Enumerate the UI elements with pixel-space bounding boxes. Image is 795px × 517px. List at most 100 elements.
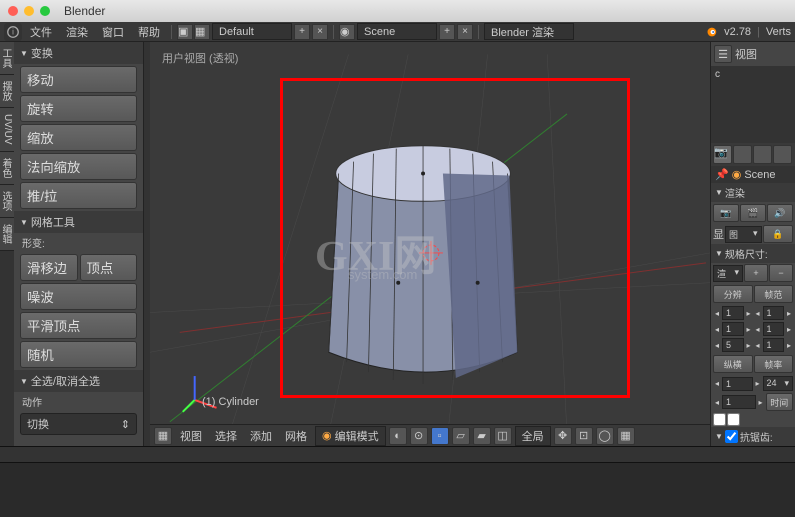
frame-step-field[interactable]: 1 — [763, 338, 785, 352]
menu-render[interactable]: 渲染 — [60, 22, 94, 42]
orientation-dropdown[interactable]: 全局 — [515, 426, 551, 446]
pin-icon[interactable]: 📌 — [715, 168, 729, 181]
view-perspective-label: 用户视图 (透视) — [162, 50, 238, 66]
menu-window[interactable]: 窗口 — [96, 22, 130, 42]
add-preset-icon[interactable]: + — [744, 264, 768, 282]
edge-select-icon[interactable]: ▱ — [452, 427, 470, 445]
remove-scene-icon[interactable]: × — [457, 24, 473, 40]
resolution-button[interactable]: 分辨 — [713, 285, 753, 303]
smooth-vertex-button[interactable]: 平滑顶点 — [20, 312, 137, 339]
face-select-icon[interactable]: ▰ — [473, 427, 491, 445]
viewport-3d[interactable]: 用户视图 (透视) GXI网 system.com (1) Cylinder ▦… — [150, 42, 710, 446]
scene-browse-icon[interactable]: ◉ — [339, 24, 355, 40]
rotate-button[interactable]: 旋转 — [20, 95, 137, 122]
world-tab-icon[interactable] — [773, 145, 792, 164]
mesh-tools-header[interactable]: ▼网格工具 — [14, 211, 143, 233]
frame-start-field[interactable]: 1 — [763, 306, 785, 320]
mode-dropdown[interactable]: ◉编辑模式 — [315, 426, 386, 446]
edge-slide-button[interactable]: 滑移边 — [20, 254, 78, 281]
editor-type-icon[interactable]: ▦ — [154, 427, 172, 445]
frame-end-field[interactable]: 1 — [763, 322, 785, 336]
scene-dropdown[interactable]: Scene — [357, 23, 437, 40]
resolution-pct-field[interactable]: 5 — [722, 338, 744, 352]
noise-button[interactable]: 噪波 — [20, 283, 137, 310]
tab-create[interactable]: 摆放 — [0, 75, 14, 108]
translate-button[interactable]: 移动 — [20, 66, 137, 93]
add-scene-icon[interactable]: + — [439, 24, 455, 40]
lock-icon[interactable]: 🔒 — [763, 225, 794, 243]
proportional-edit-icon[interactable]: ◯ — [596, 427, 614, 445]
snap-icon[interactable]: ⊡ — [575, 427, 593, 445]
info-editor-icon[interactable]: i — [4, 23, 22, 41]
action-label: 动作 — [14, 392, 143, 411]
layout-back-forward[interactable]: ▣▦ — [177, 24, 210, 40]
vertex-select-icon[interactable]: ▫ — [431, 427, 449, 445]
menu-help[interactable]: 帮助 — [132, 22, 166, 42]
header-add-menu[interactable]: 添加 — [245, 428, 277, 444]
close-window-icon[interactable] — [8, 6, 18, 16]
transform-panel-header[interactable]: ▼变换 — [14, 42, 143, 64]
dimensions-header[interactable]: ▼规格尺寸: — [711, 244, 795, 263]
outliner-row[interactable]: c — [715, 69, 792, 80]
header-select-menu[interactable]: 选择 — [210, 428, 242, 444]
viewport-header: ▦ 视图 选择 添加 网格 ◉编辑模式 ◐ ⊙ ▫ ▱ ▰ ◫ 全局 ✥ ⊡ ◯… — [150, 424, 710, 446]
resolution-y-field[interactable]: 1 — [722, 322, 744, 336]
render-anim-button[interactable]: 🎬 — [740, 204, 766, 222]
limit-selection-icon[interactable]: ◫ — [494, 427, 512, 445]
randomize-button[interactable]: 随机 — [20, 341, 137, 368]
tab-options[interactable]: 选项 — [0, 185, 14, 218]
blender-logo-icon — [704, 25, 718, 39]
resolution-x-field[interactable]: 1 — [722, 306, 744, 320]
pivot-icon[interactable]: ⊙ — [410, 427, 428, 445]
minimize-window-icon[interactable] — [24, 6, 34, 16]
antialias-header[interactable]: ▼抗锯齿: — [711, 427, 795, 446]
border-checkbox[interactable] — [713, 413, 726, 426]
timeline-track[interactable] — [0, 463, 795, 517]
render-audio-button[interactable]: 🔊 — [767, 204, 793, 222]
outliner-area: ☰ 视图 c — [710, 42, 795, 143]
add-layout-icon[interactable]: + — [294, 24, 310, 40]
render-image-button[interactable]: 📷 — [713, 204, 739, 222]
render-preset-dropdown[interactable]: 渲▾ — [713, 265, 743, 282]
frame-range-button[interactable]: 帧范 — [754, 285, 794, 303]
maximize-window-icon[interactable] — [40, 6, 50, 16]
window-titlebar: Blender — [0, 0, 795, 22]
tab-tools[interactable]: 工具 — [0, 42, 14, 75]
action-dropdown[interactable]: 切换⇕ — [20, 413, 137, 435]
select-all-panel-header[interactable]: ▼全选/取消全选 — [14, 370, 143, 392]
render-layers-tab-icon[interactable] — [733, 145, 752, 164]
render-engine-dropdown[interactable]: Blender 渲染 — [484, 23, 574, 40]
push-pull-button[interactable]: 推/拉 — [20, 182, 137, 209]
aspect-x-field[interactable]: 1 — [722, 377, 753, 391]
render-panel-header[interactable]: ▼渲染 — [711, 183, 795, 202]
shading-mode-icon[interactable]: ◐ — [389, 427, 407, 445]
fps-field[interactable]: 24▾ — [763, 376, 794, 391]
tab-uv[interactable]: UV/UV — [0, 108, 14, 152]
render-tab-icon[interactable]: 📷 — [713, 145, 732, 164]
tab-edit[interactable]: 编辑 — [0, 218, 14, 251]
normal-scale-button[interactable]: 法向缩放 — [20, 153, 137, 180]
scene-breadcrumb[interactable]: Scene — [744, 169, 775, 181]
properties-panel: 📷 📌 ◉ Scene ▼渲染 📷 🎬 🔊 显 图▾ 🔒 ▼规格尺寸: 渲▾ +… — [710, 143, 795, 446]
stats-label: Verts — [766, 26, 791, 38]
aspect-y-field[interactable]: 1 — [722, 395, 756, 409]
vertex-button[interactable]: 顶点 — [80, 254, 138, 281]
timeline-ruler[interactable] — [0, 447, 795, 463]
scale-button[interactable]: 缩放 — [20, 124, 137, 151]
remove-preset-icon[interactable]: − — [769, 264, 793, 282]
tab-shading[interactable]: 着色 — [0, 152, 14, 185]
outliner-editor-icon[interactable]: ☰ — [714, 45, 732, 63]
remove-layout-icon[interactable]: × — [312, 24, 328, 40]
menu-file[interactable]: 文件 — [24, 22, 58, 42]
screen-layout-dropdown[interactable]: Default — [212, 23, 292, 40]
crop-checkbox[interactable] — [727, 413, 740, 426]
outliner-header: 视图 — [735, 46, 757, 62]
antialias-checkbox[interactable] — [725, 430, 738, 443]
layers-icon[interactable]: ▦ — [617, 427, 635, 445]
header-view-menu[interactable]: 视图 — [175, 428, 207, 444]
timeline-editor[interactable] — [0, 446, 795, 516]
manipulator-icon[interactable]: ✥ — [554, 427, 572, 445]
header-mesh-menu[interactable]: 网格 — [280, 428, 312, 444]
scene-tab-icon[interactable] — [753, 145, 772, 164]
display-dropdown[interactable]: 图▾ — [725, 226, 762, 243]
